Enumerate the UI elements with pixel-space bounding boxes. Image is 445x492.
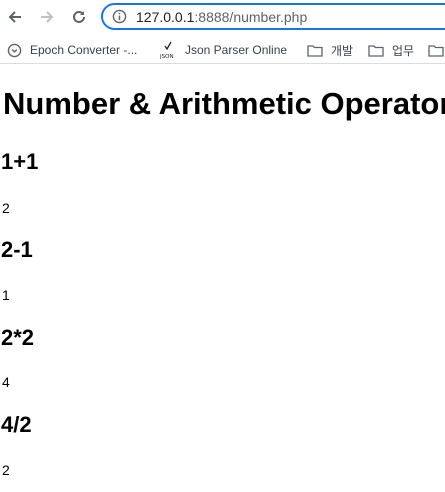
page-title: Number & Arithmetic Operator — [3, 86, 445, 121]
bookmark-label: Json Parser Online — [185, 43, 288, 57]
back-button[interactable] — [4, 6, 26, 28]
folder-icon — [307, 44, 323, 57]
operation-result: 4 — [2, 374, 10, 390]
address-url: 127.0.0.1:8888/number.php — [136, 9, 308, 25]
bookmark-folder-work[interactable]: 업무 — [368, 41, 414, 59]
operation-result: 2 — [2, 200, 10, 216]
bookmark-label: 업무 — [392, 43, 415, 58]
operation-heading: 2*2 — [1, 325, 35, 350]
browser-toolbar: 127.0.0.1:8888/number.php — [0, 0, 445, 35]
forward-button[interactable] — [36, 6, 58, 28]
bookmark-folder-overflow[interactable] — [428, 41, 445, 59]
bookmark-json-parser[interactable]: JSON Json Parser Online — [160, 41, 287, 59]
operation-heading: 2-1 — [1, 237, 33, 262]
bookmark-epoch-converter[interactable]: Epoch Converter -... — [7, 41, 137, 59]
bookmark-folder-dev[interactable]: 개발 — [307, 41, 353, 59]
back-arrow-icon — [8, 11, 21, 23]
reload-button[interactable] — [68, 6, 90, 28]
folder-icon — [368, 44, 384, 57]
clock-icon — [7, 43, 22, 57]
bookmark-label: 개발 — [331, 43, 354, 58]
operation-result: 2 — [2, 462, 10, 478]
bookmark-label: Epoch Converter -... — [30, 43, 138, 57]
folder-icon — [428, 44, 444, 57]
operation-heading: 4/2 — [1, 412, 32, 437]
address-bar[interactable]: 127.0.0.1:8888/number.php — [101, 3, 445, 30]
forward-arrow-icon — [41, 11, 54, 23]
reload-icon — [73, 10, 85, 23]
operation-heading: 1+1 — [1, 149, 39, 174]
json-check-icon: JSON — [160, 41, 174, 59]
operation-result: 1 — [2, 287, 10, 303]
svg-text:JSON: JSON — [160, 54, 174, 59]
bookmarks-bar: Epoch Converter -... JSON Json Parser On… — [0, 35, 445, 64]
info-icon[interactable] — [112, 9, 127, 24]
